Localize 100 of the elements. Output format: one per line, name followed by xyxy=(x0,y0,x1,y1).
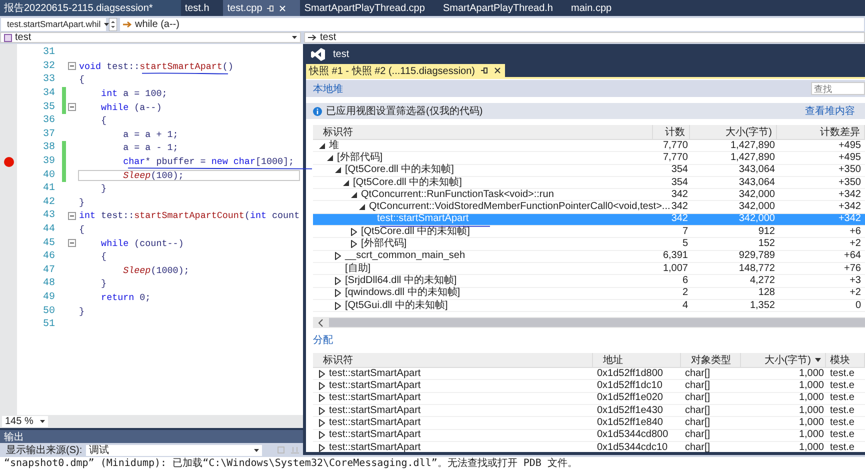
expanded-triangle-icon[interactable] xyxy=(327,154,333,161)
column-header[interactable]: 模块 xyxy=(830,353,850,368)
collapse-icon[interactable] xyxy=(68,62,76,70)
spinner-icon[interactable] xyxy=(109,18,117,30)
class-icon xyxy=(4,34,12,42)
table-cell-text: 7,770 xyxy=(662,152,689,163)
column-header[interactable]: 大小(字节) xyxy=(690,125,777,139)
table-cell-text: 1,427,890 xyxy=(730,140,776,151)
tab-label: main.cpp xyxy=(571,2,612,14)
app-logo-icon xyxy=(311,48,325,60)
table-row[interactable]: [Qt5Core.dll 中的未知帧] 354 343,064 +350 xyxy=(313,164,865,177)
expanded-triangle-icon[interactable] xyxy=(343,180,349,186)
zoom-dropdown[interactable]: 145 % xyxy=(2,416,48,427)
dropdown-arrow-icon[interactable] xyxy=(254,448,260,452)
scope-dropdown[interactable]: test.startSmartApart.whil xyxy=(1,18,106,30)
table-cell-text: 342 xyxy=(670,190,689,200)
table-cell-text: 1,427,890 xyxy=(730,152,776,163)
document-tab[interactable]: 报告20220615-2115.diagsession* xyxy=(0,0,181,16)
line-number: 51 xyxy=(42,319,55,330)
member-dropdown[interactable]: test xyxy=(304,32,865,43)
collapsed-triangle-icon[interactable] xyxy=(335,276,341,285)
dropdown-arrow-icon[interactable] xyxy=(104,22,109,26)
dropdown-arrow-icon[interactable] xyxy=(292,36,297,39)
column-header[interactable]: 大小(字节) xyxy=(764,353,811,368)
expanded-triangle-icon[interactable] xyxy=(351,192,357,198)
view-heap-link[interactable]: 查看堆内容 xyxy=(805,104,855,118)
collapsed-triangle-icon[interactable] xyxy=(351,240,357,248)
table-row[interactable]: 堆 7,770 1,427,890 +495 xyxy=(313,140,865,152)
dropdown-value: test xyxy=(320,32,336,43)
tab-label: test.cpp xyxy=(227,2,262,14)
table-cell: QtConcurrent::RunFunctionTask<void>::run xyxy=(361,190,554,200)
document-tab[interactable]: test.h xyxy=(180,0,224,16)
table-row[interactable]: [外部代码] 7,770 1,427,890 +495 xyxy=(313,152,865,165)
table-cell-text: 342,000 xyxy=(738,202,776,212)
collapsed-triangle-icon[interactable] xyxy=(351,228,357,236)
search-field[interactable]: 查找 xyxy=(811,82,865,95)
breakpoint-icon[interactable] xyxy=(4,156,14,167)
table-cell: test::startSmartApart xyxy=(329,381,421,392)
line-number: 44 xyxy=(42,224,55,236)
table-cell: test::startSmartApart xyxy=(329,418,421,428)
member-dropdown[interactable]: while (a--) xyxy=(120,18,864,30)
dropdown-arrow-icon[interactable] xyxy=(40,420,45,423)
code-line: a = a + 1; xyxy=(122,128,180,140)
line-number: 38 xyxy=(42,142,55,154)
table-row[interactable]: __scrt_common_main_seh 6,391 929,789 +64 xyxy=(313,250,865,263)
collapsed-triangle-icon[interactable] xyxy=(335,252,341,260)
table-cell-text: 4 xyxy=(681,300,689,310)
close-icon[interactable] xyxy=(494,67,501,74)
code-line: { xyxy=(78,74,86,86)
sort-arrow-icon[interactable] xyxy=(815,358,821,362)
table-row[interactable]: [SrjdDll64.dll 中的未知帧] 6 4,272 +3 xyxy=(313,275,865,288)
arrow-icon xyxy=(308,34,317,41)
chevron-left-icon[interactable] xyxy=(318,318,323,327)
table-cell-text: 6 xyxy=(681,276,689,286)
table-cell-text: 1,000 xyxy=(798,418,825,428)
table-cell-text: 152 xyxy=(757,239,776,250)
table-cell: test::startSmartApart xyxy=(329,442,421,452)
table-cell-text: +2 xyxy=(848,288,862,298)
document-tab[interactable]: SmartApartPlayThread.h xyxy=(438,0,567,16)
table-row[interactable]: [自助] 1,007 148,772 +76 xyxy=(313,262,865,276)
collapse-icon[interactable] xyxy=(68,103,76,112)
column-header[interactable]: 计数差异 xyxy=(777,125,865,139)
expanded-triangle-icon[interactable] xyxy=(319,142,325,149)
document-tab[interactable]: 快照 #1 - 快照 #2 (...115.diagsession) xyxy=(306,64,505,77)
table-cell: [Qt5Core.dll 中的未知帧] xyxy=(345,165,454,176)
expanded-triangle-icon[interactable] xyxy=(335,167,341,174)
table-row[interactable]: QtConcurrent::RunFunctionTask<void>::run 342 342,000 +342 xyxy=(313,189,865,202)
expanded-triangle-icon[interactable] xyxy=(359,204,365,210)
collapsed-triangle-icon[interactable] xyxy=(335,289,341,298)
code-line: while (a--) xyxy=(100,102,163,113)
document-tab[interactable]: SmartApartPlayThread.cpp xyxy=(300,0,439,16)
code-line: void test::startSmartApart() xyxy=(78,60,234,72)
table-cell: [qwindows.dll 中的未知帧] xyxy=(345,288,460,298)
column-header[interactable]: 地址 xyxy=(603,353,623,368)
table-cell: test::startSmartApart xyxy=(329,368,421,379)
line-number: 49 xyxy=(42,292,55,303)
document-tab[interactable]: main.cpp xyxy=(567,0,626,16)
pin-icon[interactable] xyxy=(481,67,488,74)
table-cell-text: 929,789 xyxy=(738,251,776,262)
collapse-icon[interactable] xyxy=(68,212,76,220)
collapse-icon[interactable] xyxy=(68,239,76,248)
table-row[interactable]: [Qt5Core.dll 中的未知帧] 7 912 +6 xyxy=(313,226,865,238)
table-row[interactable]: [qwindows.dll 中的未知帧] 2 128 +2 xyxy=(313,288,865,300)
line-number: 35 xyxy=(42,102,55,113)
table-row[interactable]: [外部代码] 5 152 +2 xyxy=(313,238,865,251)
column-header[interactable]: 标识符 xyxy=(323,353,353,368)
table-cell-text: 0 xyxy=(854,300,862,310)
table-row[interactable]: [Qt5Gui.dll 中的未知帧] 4 1,352 0 xyxy=(313,300,865,312)
collapsed-triangle-icon[interactable] xyxy=(335,302,341,310)
table-cell: [外部代码] xyxy=(337,152,383,163)
column-header[interactable]: 标识符 xyxy=(313,125,653,139)
table-cell: 堆 xyxy=(329,140,339,151)
table-cell-text: 342,000 xyxy=(738,214,776,224)
column-header[interactable]: 计数 xyxy=(653,125,690,139)
table-cell-text: 1,007 xyxy=(662,264,689,274)
scrollbar[interactable] xyxy=(313,317,865,328)
column-header[interactable]: 对象类型 xyxy=(691,353,731,368)
table-cell-text: 2 xyxy=(681,288,689,298)
table-row[interactable]: [Qt5Core.dll 中的未知帧] 354 343,064 +350 xyxy=(313,176,865,190)
source-dropdown[interactable]: 调试 xyxy=(86,444,262,456)
